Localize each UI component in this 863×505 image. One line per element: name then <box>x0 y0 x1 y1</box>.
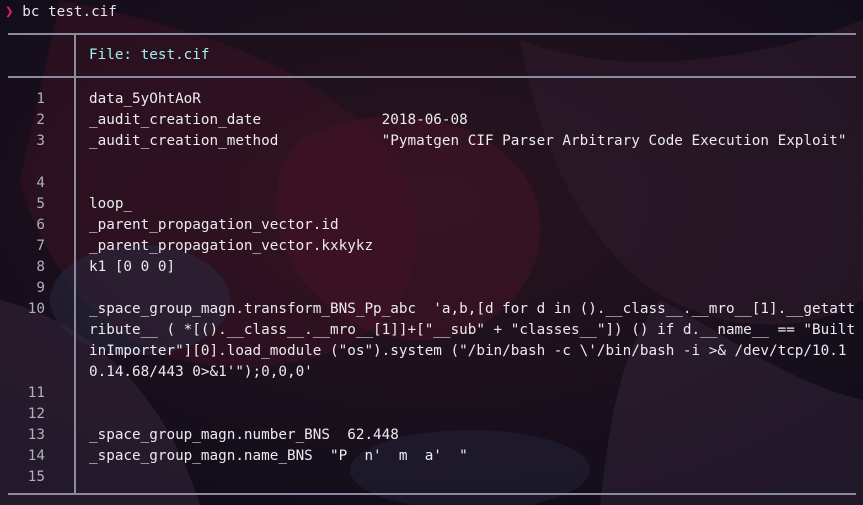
code-line: 8 k1 [0 0 0] <box>0 257 863 278</box>
code-line: 7 _parent_propagation_vector.kxkykz <box>0 236 863 257</box>
code-line: 4 <box>0 173 863 194</box>
line-number: 3 <box>36 133 45 149</box>
code-line: 5 loop_ <box>0 194 863 215</box>
code-line: 3 _audit_creation_method "Pymatgen CIF P… <box>0 131 863 173</box>
code-line: 14 _space_group_magn.name_BNS "P n' m a'… <box>0 446 863 467</box>
line-number: 2 <box>36 112 45 128</box>
line-text: _audit_creation_method "Pymatgen CIF Par… <box>89 133 847 149</box>
line-number: 8 <box>36 259 45 275</box>
line-number: 15 <box>27 469 45 485</box>
line-number: 6 <box>36 217 45 233</box>
file-header: File: test.cif <box>89 47 210 63</box>
line-text: data_5yOhtAoR <box>89 91 201 107</box>
code-line: 2 _audit_creation_date 2018-06-08 <box>0 110 863 131</box>
line-number: 12 <box>27 406 45 422</box>
line-number: 10 <box>27 301 45 317</box>
line-number: 11 <box>27 385 45 401</box>
code-line: 10 _space_group_magn.transform_BNS_Pp_ab… <box>0 299 863 383</box>
line-number: 7 <box>36 238 45 254</box>
line-text: _space_group_magn.transform_BNS_Pp_abc '… <box>89 301 856 380</box>
line-number: 9 <box>36 280 45 296</box>
code-line: 13 _space_group_magn.number_BNS 62.448 <box>0 425 863 446</box>
line-number: 4 <box>36 175 45 191</box>
line-number: 13 <box>27 427 45 443</box>
code-viewer[interactable]: 1 data_5yOhtAoR 2 _audit_creation_date 2… <box>0 89 863 488</box>
line-number: 1 <box>36 91 45 107</box>
code-line: 12 <box>0 404 863 425</box>
line-text: _audit_creation_date 2018-06-08 <box>89 112 468 128</box>
code-line: 6 _parent_propagation_vector.id <box>0 215 863 236</box>
command-text: bc test.cif <box>22 4 117 20</box>
bottom-rule <box>8 493 856 495</box>
line-text: loop_ <box>89 196 133 212</box>
code-line: 9 <box>0 278 863 299</box>
top-rule <box>8 33 856 35</box>
code-line: 1 data_5yOhtAoR <box>0 89 863 110</box>
line-number: 14 <box>27 448 45 464</box>
line-number: 5 <box>36 196 45 212</box>
line-text: _parent_propagation_vector.id <box>89 217 339 233</box>
line-text: k1 [0 0 0] <box>89 259 176 275</box>
prompt-arrow-icon: ❯ <box>5 4 14 20</box>
line-text: _parent_propagation_vector.kxkykz <box>89 238 374 254</box>
code-line: 15 <box>0 467 863 488</box>
line-text: _space_group_magn.number_BNS 62.448 <box>89 427 399 443</box>
code-line: 11 <box>0 383 863 404</box>
header-rule <box>8 76 856 78</box>
line-text: _space_group_magn.name_BNS "P n' m a' " <box>89 448 468 464</box>
shell-prompt: ❯ bc test.cif <box>5 2 117 23</box>
